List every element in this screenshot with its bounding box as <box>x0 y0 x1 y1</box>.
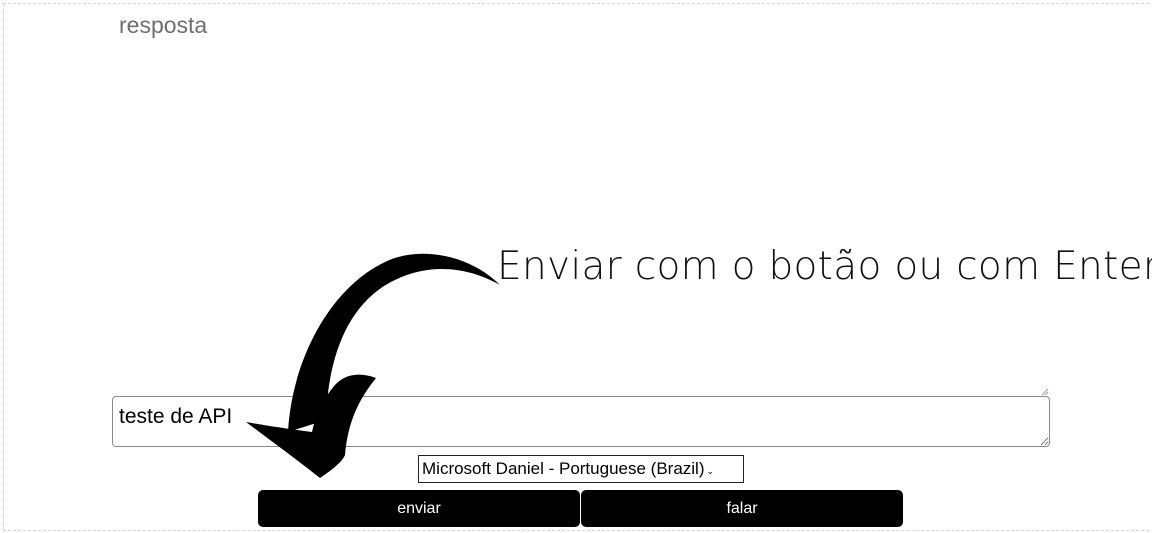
chevron-down-icon: ⌄ <box>706 465 715 476</box>
voice-select[interactable]: Microsoft Daniel - Portuguese (Brazil) ⌄ <box>418 455 744 483</box>
voice-select-value: Microsoft Daniel - Portuguese (Brazil) <box>422 459 705 478</box>
send-button[interactable]: enviar <box>258 490 580 527</box>
send-button-label: enviar <box>397 499 441 517</box>
response-output: resposta <box>119 12 208 38</box>
annotation-caption: Enviar com o botão ou com Enter <box>497 244 1152 289</box>
speak-button[interactable]: falar <box>581 490 903 527</box>
message-input[interactable] <box>112 396 1050 447</box>
resize-handle-icon[interactable] <box>1041 388 1049 396</box>
speak-button-label: falar <box>726 499 758 517</box>
